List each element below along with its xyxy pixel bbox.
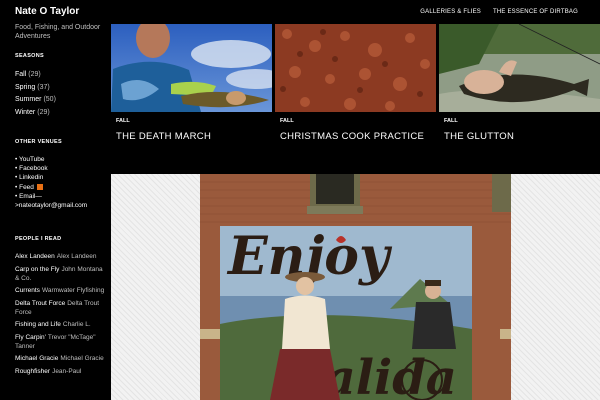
season-link[interactable]: Fall: [15, 71, 26, 78]
venue-item: Linkedin: [15, 173, 111, 182]
post-category[interactable]: FALL: [444, 118, 458, 124]
people-item: Alex Landeen Alex Landeen: [15, 252, 107, 261]
venue-item: Facebook: [15, 164, 111, 173]
post-thumbnail[interactable]: [439, 24, 600, 112]
post-category[interactable]: FALL: [280, 118, 294, 124]
people-link[interactable]: Carp on the Fly: [15, 266, 59, 273]
angler-photo: [111, 24, 272, 112]
post-title[interactable]: CHRISTMAS COOK PRACTICE: [280, 131, 424, 142]
featured-post[interactable]: FALL THE DEATH MARCH: [111, 24, 272, 174]
season-link[interactable]: Spring: [15, 84, 35, 91]
featured-post[interactable]: FALL CHRISTMAS COOK PRACTICE: [275, 24, 436, 174]
featured-posts: FALL THE DEATH MARCH FALL CHRISTMAS COOK…: [111, 24, 600, 174]
post-category[interactable]: FALL: [116, 118, 130, 124]
sidebar: Nate O Taylor Food, Fishing, and Outdoor…: [0, 0, 111, 400]
content-area: Enjoy Salida: [111, 174, 600, 400]
people-link[interactable]: Delta Trout Force: [15, 300, 65, 307]
seasons-heading: SEASONS: [15, 53, 44, 59]
season-count: (29): [37, 108, 50, 116]
people-desc: Jean-Paul: [52, 367, 82, 375]
primary-menu: GALLERIES & FLIES THE ESSENCE OF DIRTBAG: [420, 0, 578, 24]
season-count: (50): [43, 96, 56, 103]
nav-galleries-flies[interactable]: GALLERIES & FLIES: [420, 9, 481, 15]
season-item: Spring (37): [15, 82, 56, 95]
site-title[interactable]: Nate O Taylor: [15, 6, 79, 17]
venue-link-email[interactable]: Email—>nateotaylor@gmail.com: [15, 193, 87, 209]
people-link[interactable]: Fishing and Life: [15, 321, 61, 328]
venue-link-linkedin[interactable]: Linkedin: [19, 174, 43, 181]
people-item: Roughfisher Jean-Paul: [15, 367, 107, 376]
people-link[interactable]: Currents: [15, 287, 40, 294]
ground-meat-photo: [275, 24, 436, 112]
season-item: Fall (29): [15, 69, 56, 82]
top-navigation-bar: GALLERIES & FLIES THE ESSENCE OF DIRTBAG: [111, 0, 600, 24]
people-desc: Charlie L.: [62, 321, 91, 328]
venue-item: Email—>nateotaylor@gmail.com: [15, 192, 111, 210]
people-item: Michael Gracie Michael Gracie: [15, 354, 107, 363]
people-link[interactable]: Fly Carpin': [15, 334, 46, 341]
rss-icon[interactable]: [36, 183, 43, 190]
venue-link-youtube[interactable]: YouTube: [19, 156, 45, 163]
season-item: Winter (29): [15, 107, 56, 120]
post-title[interactable]: THE DEATH MARCH: [116, 131, 211, 142]
seasons-list: Fall (29) Spring (37) Summer (50) Winter (29…: [15, 69, 56, 119]
people-list: Alex Landeen Alex Landeen Carp on the Fly…: [15, 252, 107, 379]
enjoy-salida-mural-photo: Enjoy Salida: [200, 174, 511, 400]
people-desc: Warmwater Flyfishing: [41, 287, 105, 294]
people-item: Delta Trout Force Delta Trout Force: [15, 299, 107, 317]
people-link[interactable]: Michael Gracie: [15, 355, 58, 362]
people-item: Currents Warmwater Flyfishing: [15, 286, 107, 295]
people-link[interactable]: Roughfisher: [15, 368, 50, 375]
fish-in-hand-photo: [439, 24, 600, 112]
people-heading: PEOPLE I READ: [15, 236, 62, 242]
other-venues-heading: OTHER VENUES: [15, 139, 62, 145]
nav-essence-of-dirtbag[interactable]: THE ESSENCE OF DIRTBAG: [493, 9, 578, 15]
featured-post[interactable]: FALL THE GLUTTON: [439, 24, 600, 174]
people-link[interactable]: Alex Landeen: [15, 253, 55, 260]
season-link[interactable]: Winter: [15, 109, 35, 116]
season-item: Summer (50): [15, 94, 56, 107]
people-item: Fly Carpin' Trevor "McTage" Tanner: [15, 333, 107, 351]
mural-image: Enjoy Salida: [200, 174, 511, 400]
post-title[interactable]: THE GLUTTON: [444, 131, 514, 142]
season-count: (37): [37, 83, 50, 91]
people-item: Carp on the Fly John Montana & Co.: [15, 265, 107, 283]
site-description: Food, Fishing, and Outdoor Adventures: [15, 24, 101, 40]
people-desc: Alex Landeen: [56, 253, 97, 260]
venues-list: YouTube Facebook Linkedin Feed Email—>na…: [15, 155, 111, 210]
season-count: (29): [28, 71, 41, 78]
venue-link-facebook[interactable]: Facebook: [19, 165, 48, 172]
people-desc: Michael Gracie: [60, 355, 104, 362]
post-thumbnail[interactable]: [275, 24, 436, 112]
post-thumbnail[interactable]: [111, 24, 272, 112]
venue-item: Feed: [15, 183, 111, 192]
venue-item: YouTube: [15, 155, 111, 164]
season-link[interactable]: Summer: [15, 96, 41, 103]
people-item: Fishing and Life Charlie L.: [15, 320, 107, 329]
venue-link-feed[interactable]: Feed: [19, 184, 34, 191]
